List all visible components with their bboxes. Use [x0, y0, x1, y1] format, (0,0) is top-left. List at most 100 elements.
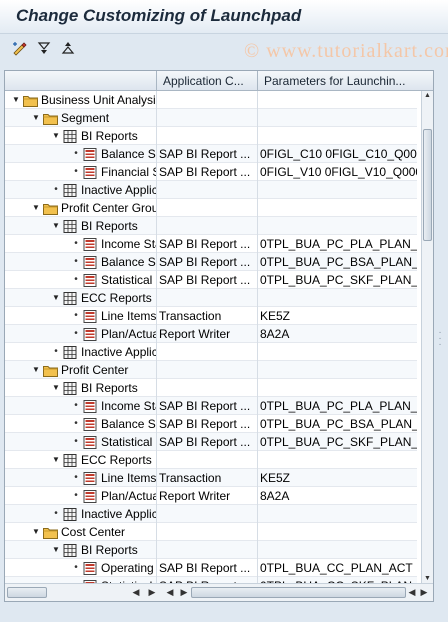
edit-icon[interactable] [11, 39, 29, 57]
tree-node[interactable]: • Balance Sheet [71, 415, 156, 433]
application-cell [156, 343, 257, 361]
tree-node[interactable]: • Financial Statement [71, 163, 156, 181]
tree-row[interactable]: • Balance SheetSAP BI Report ...0TPL_BUA_… [5, 415, 417, 433]
tree-row[interactable]: • Plan/Actual Report Writer 8A2A [5, 487, 417, 505]
expand-arrow-icon[interactable]: ▼ [51, 379, 61, 397]
tree-node[interactable]: ▼ Profit Center Group [31, 199, 156, 217]
tree-row[interactable]: ▼ BI Reports [5, 217, 417, 235]
application-cell [156, 541, 257, 559]
expand-arrow-icon[interactable]: ▼ [51, 541, 61, 559]
tree-row[interactable]: • Income StatementSAP BI Report ...0TPL_B… [5, 235, 417, 253]
tree-row[interactable]: • Balance SheetSAP BI Report ...0FIGL_C10… [5, 145, 417, 163]
parameters-cell [257, 199, 417, 217]
tree-node[interactable]: • Income Statement [71, 235, 156, 253]
tree-node[interactable]: • Line Items [71, 307, 156, 325]
tree-row[interactable]: ▼ ECC Reports [5, 451, 417, 469]
vertical-scroll-thumb[interactable] [423, 129, 432, 241]
tree-row[interactable]: • Line Items Transaction KE5Z [5, 469, 417, 487]
expand-arrow-icon[interactable]: ▼ [51, 289, 61, 307]
tree-node[interactable]: ▼ BI Reports [51, 541, 138, 559]
column-header-application[interactable]: Application C... [156, 71, 257, 91]
expand-arrow-icon[interactable]: ▼ [51, 217, 61, 235]
tree-node[interactable]: ▼ BI Reports [51, 217, 138, 235]
horizontal-scroll-thumb-left[interactable] [7, 587, 47, 598]
node-label: Profit Center [61, 363, 129, 377]
tree-row[interactable]: ▼ BI Reports [5, 541, 417, 559]
tree-node[interactable]: • Statistical Key Figures [71, 271, 156, 289]
tree-row[interactable]: ▼ Profit Center Group [5, 199, 417, 217]
tree-row[interactable]: ▼ BI Reports [5, 127, 417, 145]
tree-row[interactable]: • Financial StatementSAP BI Report ...0FI… [5, 163, 417, 181]
scroll-up-icon[interactable]: ▲ [424, 92, 431, 99]
expand-arrow-icon[interactable]: ▼ [31, 523, 41, 541]
tree-row[interactable]: • Inactive Applications [5, 181, 417, 199]
tree-row[interactable]: • Statistical Key FiguresSAP BI Report ..… [5, 433, 417, 451]
node-label: BI Reports [81, 219, 138, 233]
tree-row[interactable]: • Operating ExpensesSAP BI Report ...0TPL… [5, 559, 417, 577]
tree-node[interactable]: ▼ Business Unit Analysis [11, 91, 156, 109]
tree-row[interactable]: ▼ BI Reports [5, 379, 417, 397]
parameters-cell [257, 127, 417, 145]
expand-arrow-icon[interactable]: ▼ [51, 127, 61, 145]
tree-row[interactable]: ▼ Cost Center [5, 523, 417, 541]
tree-row[interactable]: • Inactive Applications [5, 343, 417, 361]
tree-node[interactable]: • Line Items [71, 469, 156, 487]
scroll-left-icon[interactable]: ◀ [131, 586, 141, 599]
tree-row[interactable]: • Inactive Applications [5, 505, 417, 523]
tree-node[interactable]: • Income Statement [71, 397, 156, 415]
tree-node-cell: ▼ Business Unit Analysis [5, 91, 156, 109]
tree-node[interactable]: ▼ BI Reports [51, 379, 138, 397]
splitter-handle[interactable]: · · · [436, 328, 444, 350]
tree-node[interactable]: • Balance Sheet [71, 145, 156, 163]
tree-row[interactable]: • Statistical Key FiguresSAP BI Report ..… [5, 271, 417, 289]
tree-row[interactable]: • Income StatementSAP BI Report ...0TPL_B… [5, 397, 417, 415]
expand-arrow-icon[interactable]: ▼ [31, 199, 41, 217]
scroll-left-icon[interactable]: ◀ [165, 586, 175, 599]
expand-arrow-icon[interactable]: ▼ [11, 91, 21, 109]
tree-row[interactable]: ▼ ECC Reports [5, 289, 417, 307]
column-header: Application C... Parameters for Launchin… [5, 71, 433, 91]
tree-row[interactable]: ▼ Profit Center [5, 361, 417, 379]
scroll-right-icon[interactable]: ▶ [179, 586, 189, 599]
vertical-scrollbar[interactable]: ▲ ▼ [421, 91, 433, 583]
scroll-right-icon[interactable]: ▶ [419, 586, 429, 599]
tree-node[interactable]: ▼ BI Reports [51, 127, 138, 145]
folder-icon [41, 526, 61, 539]
tree-node[interactable]: ▼ ECC Reports [51, 451, 152, 469]
parameters-cell [257, 289, 417, 307]
node-label: Inactive Applications [81, 183, 156, 197]
tree-row[interactable]: ▼ Segment [5, 109, 417, 127]
scroll-left-icon[interactable]: ◀ [407, 586, 417, 599]
expand-arrow-icon[interactable]: ▼ [51, 451, 61, 469]
report-icon [81, 255, 101, 269]
scroll-down-icon[interactable]: ▼ [424, 575, 431, 582]
tree-node[interactable]: • Plan/Actual [71, 325, 156, 343]
report-icon [81, 489, 101, 503]
collapse-all-icon[interactable] [59, 39, 77, 57]
tree-node[interactable]: • Inactive Applications [51, 181, 156, 199]
node-label: Statistical Key Figures [101, 273, 156, 287]
tree-node[interactable]: • Plan/Actual [71, 487, 156, 505]
horizontal-scrollbar[interactable]: ◀ ▶ ◀ ▶ ◀ ▶ [5, 583, 433, 601]
tree-node[interactable]: • Operating Expenses [71, 559, 156, 577]
tree-node[interactable]: • Balance Sheet [71, 253, 156, 271]
tree-node[interactable]: • Inactive Applications [51, 505, 156, 523]
tree-node[interactable]: • Statistical Key Figures [71, 433, 156, 451]
tree-node[interactable]: ▼ Cost Center [31, 523, 125, 541]
leaf-bullet-icon: • [54, 346, 58, 357]
expand-all-icon[interactable] [35, 39, 53, 57]
tree-node[interactable]: ▼ ECC Reports [51, 289, 152, 307]
column-header-name[interactable] [5, 71, 156, 91]
expand-arrow-icon[interactable]: ▼ [31, 109, 41, 127]
tree-node[interactable]: • Inactive Applications [51, 343, 156, 361]
tree-node[interactable]: ▼ Segment [31, 109, 109, 127]
tree-row[interactable]: • Line Items Transaction KE5Z [5, 307, 417, 325]
horizontal-scroll-thumb-right[interactable] [191, 587, 406, 598]
tree-node[interactable]: ▼ Profit Center [31, 361, 128, 379]
scroll-right-icon[interactable]: ▶ [147, 586, 157, 599]
column-header-parameters[interactable]: Parameters for Launchin... [257, 71, 433, 91]
tree-row[interactable]: • Balance SheetSAP BI Report ...0TPL_BUA_… [5, 253, 417, 271]
tree-row[interactable]: ▼ Business Unit Analysis [5, 91, 417, 109]
tree-row[interactable]: • Plan/Actual Report Writer 8A2A [5, 325, 417, 343]
expand-arrow-icon[interactable]: ▼ [31, 361, 41, 379]
